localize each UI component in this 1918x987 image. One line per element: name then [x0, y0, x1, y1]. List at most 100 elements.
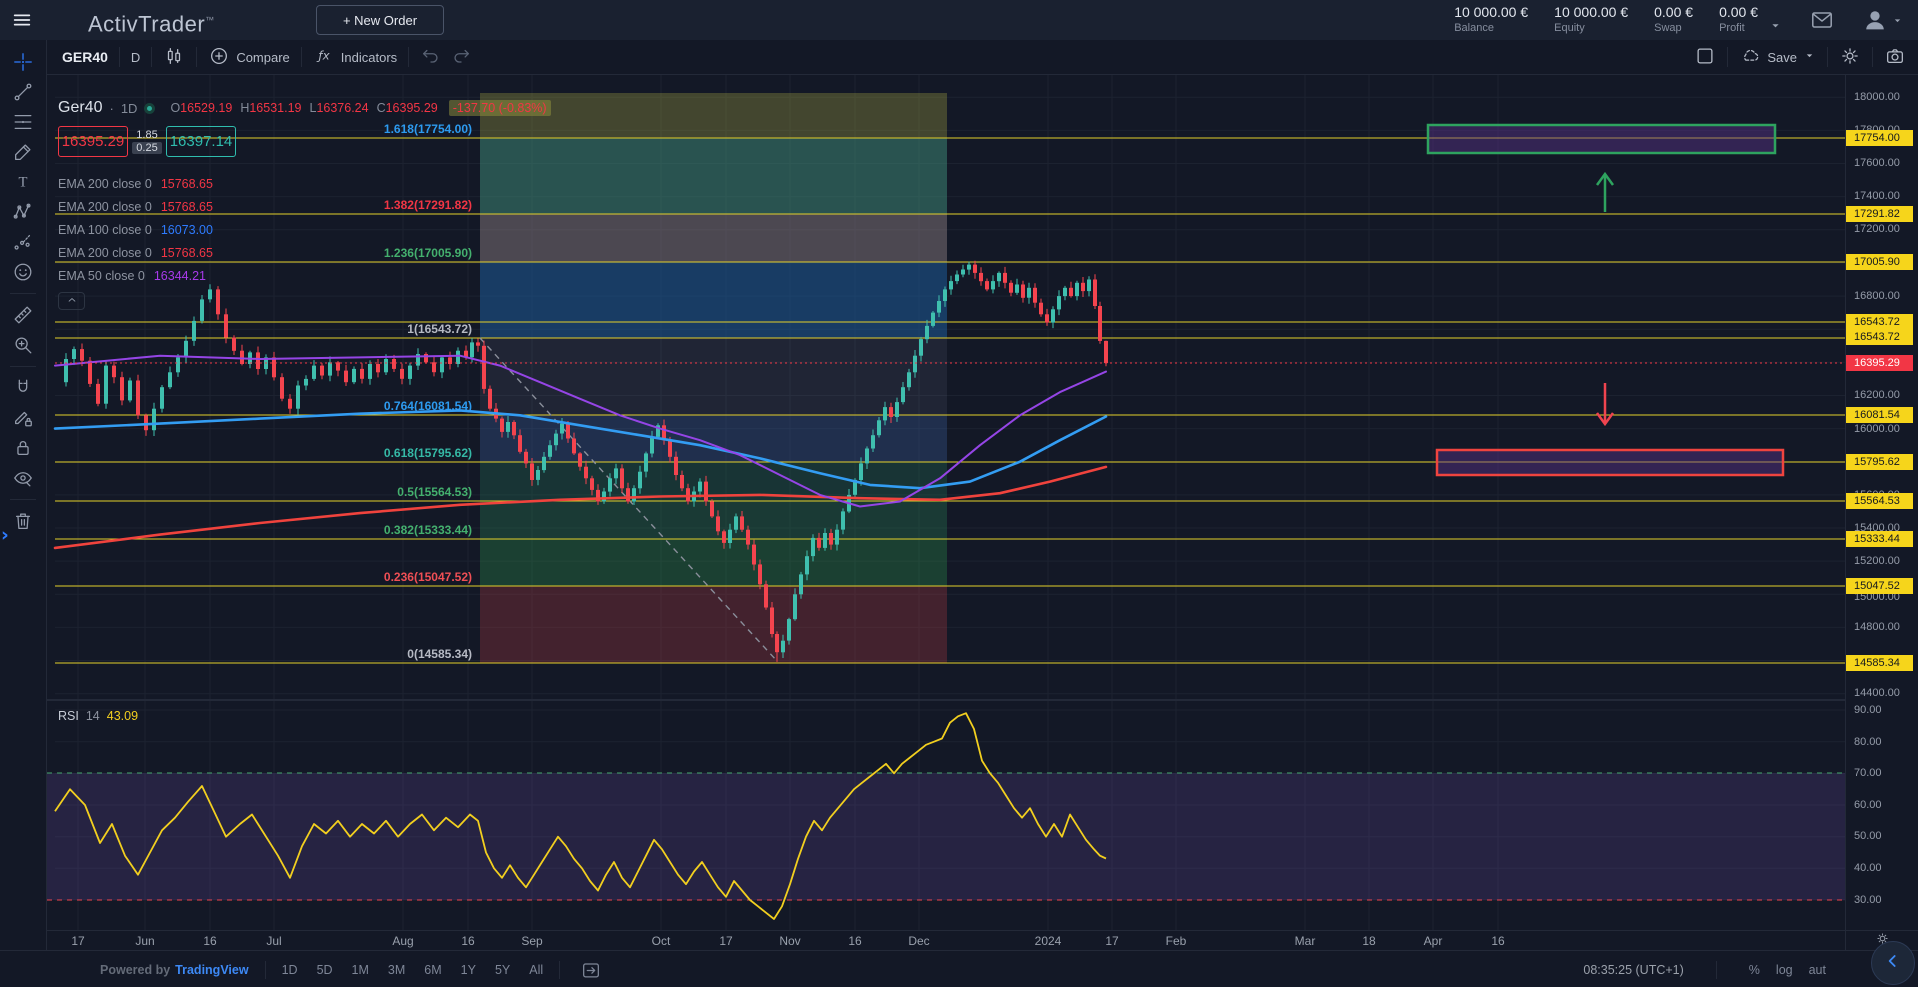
go-to-date-icon[interactable] [580, 959, 602, 981]
menu-icon[interactable] [11, 9, 35, 33]
indicators-button[interactable]: ƒxIndicators [313, 45, 397, 70]
time-tick-label: Jun [135, 934, 154, 948]
stat-label: Profit [1719, 22, 1758, 36]
time-axis[interactable]: 17Jun16JulAug16SepOct17Nov16Dec202417Feb… [47, 930, 1845, 950]
fx-icon: ƒx [313, 45, 335, 70]
indicator-legend: EMA 200 close 015768.65EMA 200 close 015… [58, 172, 551, 287]
avatar-caret-icon[interactable] [1891, 14, 1904, 27]
chart-style-button[interactable] [163, 45, 185, 70]
account-stat: 10 000.00 €Equity [1554, 4, 1628, 35]
level-price-label: 17754.00 [1846, 130, 1913, 146]
account-avatar[interactable] [1861, 6, 1904, 34]
divider [119, 47, 120, 67]
hide-all-icon[interactable] [8, 463, 38, 493]
snapshot-button[interactable] [1884, 45, 1906, 70]
settings-button[interactable] [1839, 45, 1861, 70]
forecast-icon[interactable] [8, 227, 38, 257]
legend-collapse-button[interactable] [58, 292, 85, 310]
range-6m-button[interactable]: 6M [424, 963, 441, 977]
zoom-in-icon[interactable] [8, 330, 38, 360]
lock-all-icon[interactable] [8, 433, 38, 463]
brush-icon[interactable] [8, 137, 38, 167]
range-1d-button[interactable]: 1D [282, 963, 298, 977]
tradingview-link[interactable]: TradingView [175, 963, 248, 977]
trend-line-icon[interactable] [8, 77, 38, 107]
profit-caret-icon[interactable] [1768, 18, 1783, 33]
price-scale[interactable]: 18000.0017800.0017600.0017400.0017200.00… [1845, 75, 1918, 930]
stat-value: 0.00 € [1719, 4, 1758, 22]
clock[interactable]: 08:35:25 (UTC+1) [1583, 963, 1683, 977]
time-tick-label: 17 [1105, 934, 1118, 948]
symbol-button[interactable]: GER40 [62, 49, 108, 65]
sell-price-button[interactable]: 16395.29 [58, 126, 128, 157]
powered-by-label: Powered by [100, 963, 170, 977]
new-order-button[interactable]: + New Order [316, 5, 444, 35]
interval-button[interactable]: D [131, 50, 140, 65]
indicator-legend-row[interactable]: EMA 50 close 016344.21 [58, 264, 551, 287]
time-tick-label: 16 [461, 934, 474, 948]
rsi-period: 14 [86, 709, 100, 723]
emoji-icon[interactable] [8, 257, 38, 287]
time-tick-label: Dec [908, 934, 929, 948]
rsi-tick-label: 40.00 [1846, 860, 1882, 876]
range-1y-button[interactable]: 1Y [461, 963, 476, 977]
log-scale-button[interactable]: log [1776, 963, 1793, 977]
indicator-legend-row[interactable]: EMA 200 close 015768.65 [58, 241, 551, 264]
svg-text:0(14585.34): 0(14585.34) [407, 647, 472, 661]
divider [10, 366, 36, 367]
auto-scale-button[interactable]: aut [1809, 963, 1826, 977]
divider [1727, 47, 1728, 67]
magnet-icon[interactable] [8, 373, 38, 403]
indicator-value: 16344.21 [154, 269, 206, 283]
indicator-legend-row[interactable]: EMA 200 close 015768.65 [58, 172, 551, 195]
remove-drawings-icon[interactable] [8, 506, 38, 536]
crosshair-icon[interactable] [8, 47, 38, 77]
layout-button[interactable] [1694, 45, 1716, 70]
time-tick-label: Aug [392, 934, 413, 948]
top-bar: ActivTrader™ + New Order 10 000.00 €Bala… [0, 0, 1918, 40]
range-5d-button[interactable]: 5D [317, 963, 333, 977]
compare-plus-icon [208, 45, 230, 70]
range-all-button[interactable]: All [529, 963, 543, 977]
spread: 1.85 0.25 [128, 129, 166, 154]
legend-symbol[interactable]: Ger40 [58, 99, 102, 117]
ruler-icon[interactable] [8, 300, 38, 330]
camera-icon [1884, 45, 1906, 70]
rsi-tick-label: 70.00 [1846, 765, 1882, 781]
layout-square-icon [1694, 45, 1716, 70]
avatar-icon[interactable] [1861, 6, 1889, 34]
range-1m-button[interactable]: 1M [352, 963, 369, 977]
xabcd-pattern-icon[interactable] [8, 197, 38, 227]
range-3m-button[interactable]: 3M [388, 963, 405, 977]
indicator-legend-row[interactable]: EMA 100 close 016073.00 [58, 218, 551, 241]
level-price-label: 15564.53 [1846, 493, 1913, 509]
price-tick-label: 18000.00 [1846, 89, 1900, 105]
buy-price-button[interactable]: 16397.14 [166, 126, 236, 157]
svg-text:0.5(15564.53): 0.5(15564.53) [397, 485, 472, 499]
collapse-panel-button[interactable] [1871, 941, 1915, 985]
range-5y-button[interactable]: 5Y [495, 963, 510, 977]
drawing-annotations[interactable] [1428, 125, 1783, 475]
account-summary: 10 000.00 €Balance10 000.00 €Equity0.00 … [1454, 0, 1904, 40]
redo-button[interactable] [450, 45, 472, 70]
divider [196, 47, 197, 67]
percent-scale-button[interactable]: % [1749, 963, 1760, 977]
panel-expand-chevron[interactable]: › [1, 524, 9, 546]
divider [265, 961, 266, 979]
rsi-value: 43.09 [107, 709, 138, 723]
fib-retracement-icon[interactable] [8, 107, 38, 137]
mail-icon[interactable] [1809, 7, 1835, 33]
stat-value: 10 000.00 € [1554, 4, 1628, 22]
undo-button[interactable] [420, 45, 442, 70]
save-button[interactable]: Save [1739, 45, 1816, 70]
pencil-lock-icon[interactable] [8, 403, 38, 433]
account-stat: 0.00 €Profit [1719, 4, 1758, 35]
indicator-legend-row[interactable]: EMA 200 close 015768.65 [58, 195, 551, 218]
divider [10, 293, 36, 294]
compare-button[interactable]: Compare [208, 45, 289, 70]
svg-text:T: T [19, 175, 28, 191]
price-tick-label: 16200.00 [1846, 387, 1900, 403]
price-tick-label: 16800.00 [1846, 288, 1900, 304]
divider [408, 47, 409, 67]
text-icon[interactable]: T [8, 167, 38, 197]
